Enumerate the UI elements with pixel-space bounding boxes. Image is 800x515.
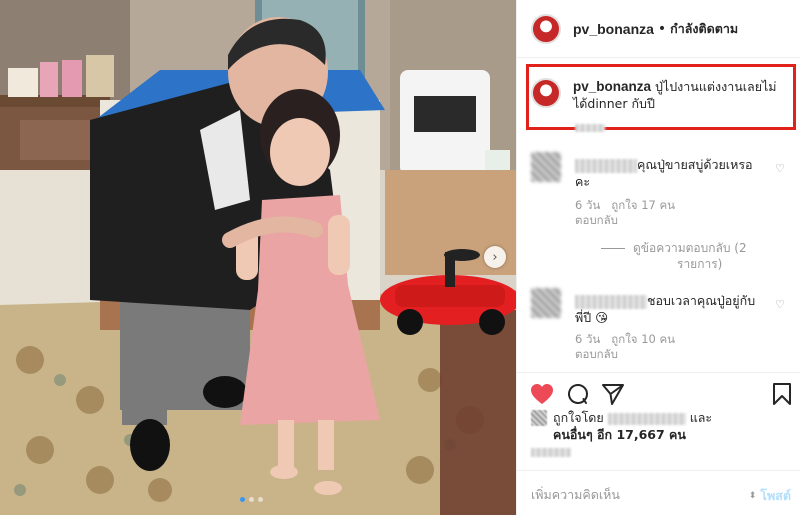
carousel-next-button[interactable]: › (484, 246, 506, 268)
comment-text: ชอบเวลาคุณปู่อยู่กับ พี่ปี 😘 (575, 293, 756, 325)
liked-by-prefix: ถูกใจโดย (553, 410, 604, 425)
follow-status-button[interactable]: กำลังติดตาม (670, 19, 738, 39)
comment-avatar-blurred[interactable] (531, 152, 561, 182)
caption-line1: ปู่ไปงานแต่งงานเลยไม่ (655, 79, 777, 94)
carousel-dot (258, 497, 263, 502)
carousel-dot-active (240, 497, 245, 502)
username-link[interactable]: pv_bonanza (573, 21, 654, 37)
caption-username[interactable]: pv_bonanza (573, 79, 651, 94)
comment-like-heart-icon[interactable]: ♡ (775, 298, 785, 311)
action-bar (517, 372, 800, 412)
comment-likes[interactable]: ถูกใจ 10 คน (611, 332, 675, 346)
post-date-blurred (531, 448, 571, 457)
liker-avatar-blurred[interactable] (531, 410, 547, 426)
caption: pv_bonanza ปู่ไปงานแต่งงานเลยไม่ ได้dinn… (531, 78, 793, 112)
photo-illustration (0, 0, 516, 515)
comment-text: คุณปู่ขายสบู่ด้วยเหรอ คะ (575, 157, 753, 189)
comment-avatar-blurred[interactable] (531, 288, 561, 318)
comment-reply-button[interactable]: ตอบกลับ (575, 347, 618, 361)
caption-time-blurred (575, 124, 605, 132)
post-header: pv_bonanza • กำลังติดตาม (517, 0, 800, 58)
bookmark-icon[interactable] (772, 383, 792, 405)
commenter-blurred[interactable] (575, 294, 647, 309)
add-comment-bar: ⬍ โพสต์ (517, 470, 800, 515)
caption-text: pv_bonanza ปู่ไปงานแต่งงานเลยไม่ ได้dinn… (573, 78, 777, 112)
share-icon[interactable] (601, 383, 625, 405)
replies-divider (601, 248, 625, 249)
comment-age: 6 วัน (575, 198, 601, 212)
comment-meta: 6 วัน ถูกใจ 10 คน ตอบกลับ (575, 332, 675, 362)
comment-meta: 6 วัน ถูกใจ 17 คน ตอบกลับ (575, 198, 675, 228)
carousel-dot (249, 497, 254, 502)
post-comment-button[interactable]: ⬍ โพสต์ (749, 486, 791, 506)
avatar[interactable] (531, 13, 561, 44)
add-comment-input[interactable] (531, 485, 731, 503)
comment-like-heart-icon[interactable]: ♡ (775, 162, 785, 175)
comment-reply-button[interactable]: ตอบกลับ (575, 213, 618, 227)
carousel-dots (240, 497, 263, 502)
comment-item: ชอบเวลาคุณปู่อยู่กับ พี่ปี 😘 ♡ 6 วัน ถูก… (531, 288, 793, 368)
liked-by-suffix: และ (689, 410, 713, 425)
comment-age: 6 วัน (575, 332, 601, 346)
comment-icon[interactable] (566, 382, 590, 406)
liker-name-blurred[interactable] (607, 412, 686, 425)
caption-avatar[interactable] (531, 78, 561, 108)
header-separator: • (657, 20, 667, 37)
view-replies-button[interactable]: ดูข้อความตอบกลับ (2 รายการ) (601, 240, 797, 272)
comment-item: คุณปู่ขายสบู่ด้วยเหรอ คะ ♡ 6 วัน ถูกใจ 1… (531, 152, 793, 232)
chevron-right-icon: › (492, 249, 498, 265)
resize-arrows-icon: ⬍ (748, 491, 757, 501)
likes-others-link[interactable]: คนอื่นๆ อีก 17,667 คน (553, 426, 686, 443)
caption-line2: ได้dinner กับปี (573, 96, 655, 111)
commenter-blurred[interactable] (575, 158, 637, 173)
post-side-panel: pv_bonanza • กำลังติดตาม pv_bonanza ปู่ไ… (516, 0, 800, 515)
comment-likes[interactable]: ถูกใจ 17 คน (611, 198, 675, 212)
post-photo[interactable]: › (0, 0, 516, 515)
heart-icon[interactable] (530, 383, 554, 405)
